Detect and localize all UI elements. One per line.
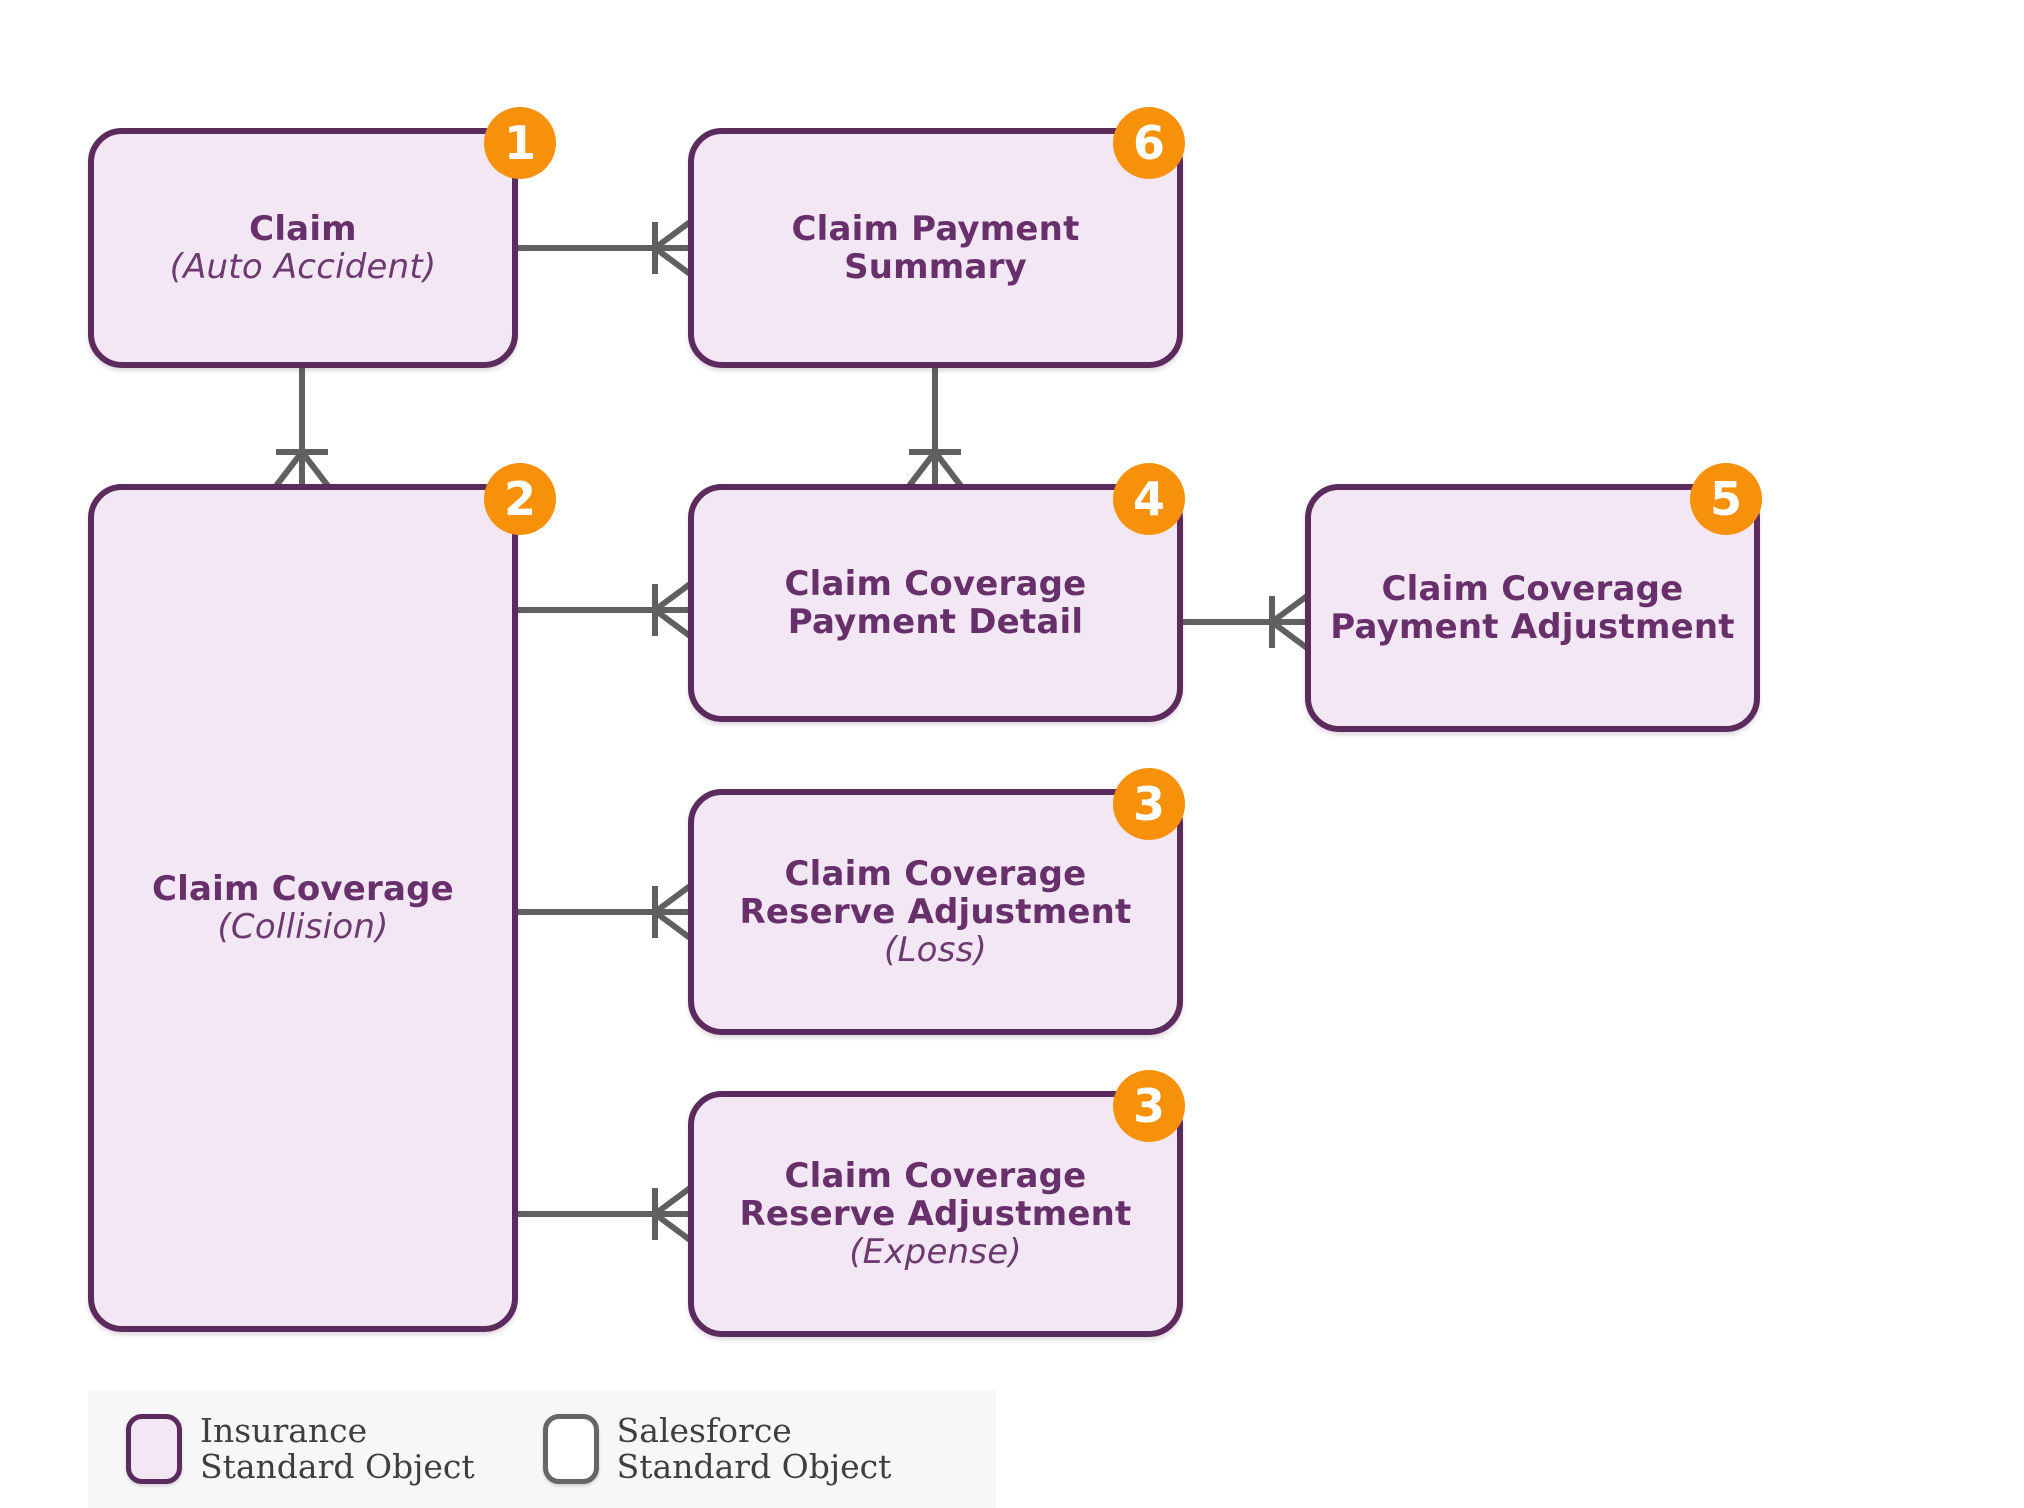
step-badge-6[interactable]: 6 (1113, 107, 1185, 179)
connector-claim-to-claim-coverage (273, 368, 331, 488)
entity-claim-coverage-payment-adjustment[interactable]: Claim Coverage Payment Adjustment (1305, 484, 1760, 732)
entity-claim-name: Claim (249, 208, 357, 249)
legend-item-salesforce-label: Salesforce Standard Object (617, 1413, 892, 1484)
entity-claim-coverage-name: Claim Coverage (152, 868, 454, 909)
legend-insurance-line1: Insurance (200, 1411, 368, 1451)
connector-claim-to-claim-payment-summary (518, 219, 692, 277)
entity-claim-coverage-reserve-adjustment-expense-label: Claim Coverage Reserve Adjustment (Expen… (694, 1155, 1177, 1272)
entity-claim-coverage-payment-adjustment-label: Claim Coverage Payment Adjustment (1311, 570, 1754, 646)
entity-claim-payment-summary[interactable]: Claim Payment Summary (688, 128, 1183, 368)
entity-claim[interactable]: Claim (Auto Accident) (88, 128, 518, 368)
legend-insurance-line2: Standard Object (200, 1447, 475, 1486)
connector-claim-coverage-to-payment-detail (518, 581, 692, 639)
insurance-swatch-icon (126, 1414, 182, 1484)
entity-claim-coverage-payment-detail[interactable]: Claim Coverage Payment Detail (688, 484, 1183, 722)
step-badge-5[interactable]: 5 (1690, 463, 1762, 535)
legend-item-insurance-label: Insurance Standard Object (200, 1413, 475, 1484)
connector-payment-detail-to-payment-adjustment (1183, 593, 1309, 651)
connector-claim-payment-summary-to-payment-detail (906, 368, 964, 488)
entity-claim-qualifier: (Auto Accident) (169, 246, 437, 287)
entity-claim-coverage[interactable]: Claim Coverage (Collision) (88, 484, 518, 1332)
entity-claim-payment-summary-label: Claim Payment Summary (694, 210, 1177, 286)
step-badge-4[interactable]: 4 (1113, 463, 1185, 535)
entity-claim-coverage-reserve-adjustment-expense[interactable]: Claim Coverage Reserve Adjustment (Expen… (688, 1091, 1183, 1337)
step-badge-3-expense[interactable]: 3 (1113, 1070, 1185, 1142)
connector-claim-coverage-to-reserve-adjustment-expense (518, 1185, 692, 1243)
legend-item-insurance: Insurance Standard Object (126, 1390, 475, 1508)
entity-claim-coverage-reserve-adjustment-expense-qualifier: (Expense) (849, 1231, 1022, 1272)
step-badge-1[interactable]: 1 (484, 107, 556, 179)
entity-claim-coverage-reserve-adjustment-loss-name: Claim Coverage Reserve Adjustment (739, 853, 1132, 932)
entity-claim-coverage-reserve-adjustment-loss[interactable]: Claim Coverage Reserve Adjustment (Loss) (688, 789, 1183, 1035)
entity-claim-label: Claim (Auto Accident) (154, 210, 453, 287)
entity-claim-coverage-reserve-adjustment-loss-label: Claim Coverage Reserve Adjustment (Loss) (694, 853, 1177, 970)
step-badge-3-loss[interactable]: 3 (1113, 768, 1185, 840)
entity-claim-coverage-label: Claim Coverage (Collision) (136, 870, 470, 947)
step-badge-2[interactable]: 2 (484, 463, 556, 535)
entity-claim-coverage-payment-detail-name: Claim Coverage Payment Detail (784, 563, 1087, 642)
legend-salesforce-line2: Standard Object (616, 1447, 892, 1486)
entity-claim-coverage-payment-adjustment-name: Claim Coverage Payment Adjustment (1330, 568, 1735, 647)
entity-claim-coverage-reserve-adjustment-loss-qualifier: (Loss) (884, 929, 987, 970)
legend: Insurance Standard Object Salesforce Sta… (88, 1390, 996, 1508)
salesforce-swatch-icon (542, 1414, 599, 1484)
entity-claim-coverage-qualifier: (Collision) (217, 906, 389, 947)
entity-claim-coverage-payment-detail-label: Claim Coverage Payment Detail (694, 565, 1177, 641)
legend-item-salesforce: Salesforce Standard Object (542, 1390, 892, 1508)
entity-claim-payment-summary-name: Claim Payment Summary (791, 208, 1080, 287)
connector-claim-coverage-to-reserve-adjustment-loss (518, 883, 692, 941)
entity-claim-coverage-reserve-adjustment-expense-name: Claim Coverage Reserve Adjustment (739, 1155, 1132, 1234)
er-diagram-canvas: Claim (Auto Accident) 1 Claim Payment Su… (0, 0, 2024, 1508)
legend-salesforce-line1: Salesforce (616, 1411, 792, 1451)
